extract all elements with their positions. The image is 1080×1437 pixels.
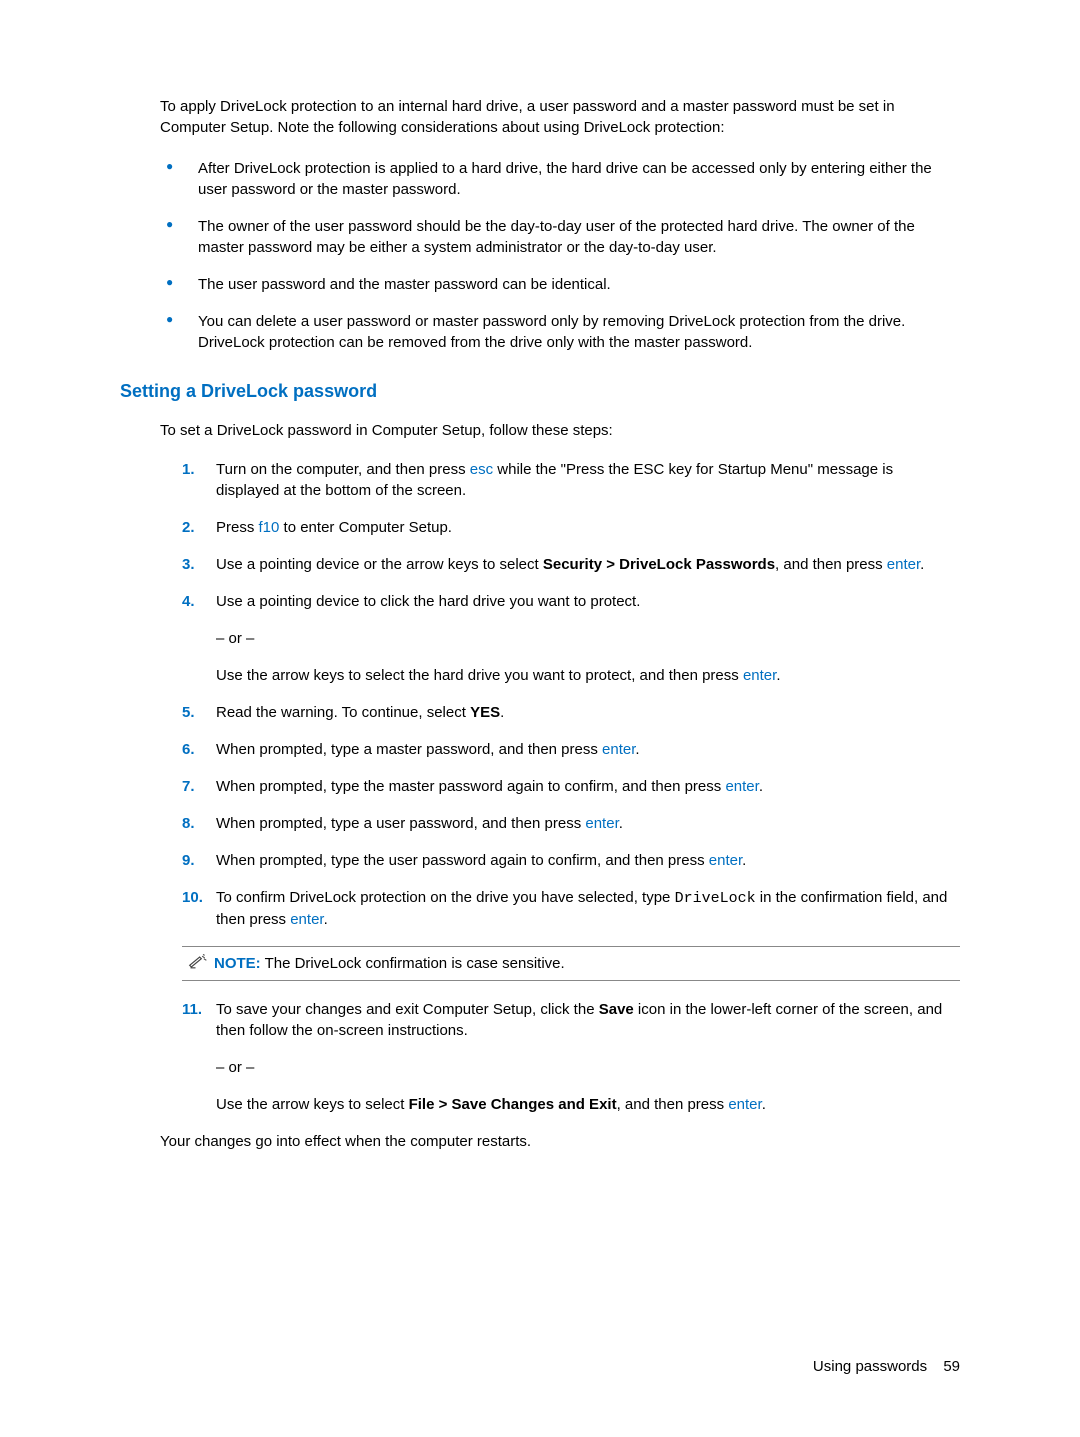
step-item: When prompted, type a master password, a… [182, 739, 960, 760]
step-text: When prompted, type the user password ag… [216, 852, 709, 869]
step-text: Use a pointing device to click the hard … [216, 593, 640, 610]
key-f10: f10 [259, 519, 280, 536]
or-text: – or – [216, 1057, 960, 1078]
step-item: To confirm DriveLock protection on the d… [182, 887, 960, 930]
step-item: Use a pointing device to click the hard … [182, 591, 960, 686]
step-text: Use the arrow keys to select File > Save… [216, 1094, 960, 1115]
list-item: After DriveLock protection is applied to… [160, 158, 960, 200]
list-item: The owner of the user password should be… [160, 216, 960, 258]
note-icon [188, 953, 208, 971]
section-heading: Setting a DriveLock password [120, 379, 960, 404]
list-item: You can delete a user password or master… [160, 311, 960, 353]
note-label: NOTE: [214, 955, 261, 972]
step-item: When prompted, type the user password ag… [182, 850, 960, 871]
key-enter: enter [602, 741, 635, 758]
note-content: NOTE: The DriveLock confirmation is case… [214, 953, 565, 974]
list-item: The user password and the master passwor… [160, 274, 960, 295]
key-enter: enter [887, 556, 920, 573]
step-text: To save your changes and exit Computer S… [216, 1001, 599, 1018]
step-text: Use a pointing device or the arrow keys … [216, 556, 543, 573]
step-text: . [920, 556, 924, 573]
step-text: . [324, 911, 328, 928]
step-item: To save your changes and exit Computer S… [182, 999, 960, 1115]
bold-text: Save [599, 1001, 634, 1018]
step-text: to enter Computer Setup. [279, 519, 452, 536]
key-enter: enter [585, 815, 618, 832]
key-enter: enter [728, 1096, 761, 1113]
step-text: When prompted, type a master password, a… [216, 741, 602, 758]
steps-list-cont: To save your changes and exit Computer S… [182, 999, 960, 1115]
note-box: NOTE: The DriveLock confirmation is case… [182, 946, 960, 981]
step-text: , and then press [617, 1096, 729, 1113]
step-text: To confirm DriveLock protection on the d… [216, 889, 675, 906]
step-text: , and then press [775, 556, 887, 573]
section-intro: To set a DriveLock password in Computer … [160, 420, 960, 441]
step-text: Use the arrow keys to select the hard dr… [216, 665, 960, 686]
step-text: Use the arrow keys to select the hard dr… [216, 667, 743, 684]
step-text: . [776, 667, 780, 684]
considerations-list: After DriveLock protection is applied to… [160, 158, 960, 353]
step-text: . [635, 741, 639, 758]
step-text: Use the arrow keys to select [216, 1096, 409, 1113]
step-text: . [762, 1096, 766, 1113]
step-text: . [759, 778, 763, 795]
step-text: Turn on the computer, and then press [216, 461, 470, 478]
step-item: Read the warning. To continue, select YE… [182, 702, 960, 723]
step-item: Turn on the computer, and then press esc… [182, 459, 960, 501]
closing-paragraph: Your changes go into effect when the com… [160, 1131, 960, 1152]
menu-path: Security > DriveLock Passwords [543, 556, 775, 573]
step-item: When prompted, type a user password, and… [182, 813, 960, 834]
step-text: When prompted, type the master password … [216, 778, 725, 795]
step-text: Read the warning. To continue, select [216, 704, 470, 721]
footer-section: Using passwords [813, 1358, 927, 1375]
key-esc: esc [470, 461, 493, 478]
page-footer: Using passwords 59 [813, 1356, 960, 1377]
intro-paragraph: To apply DriveLock protection to an inte… [160, 96, 960, 138]
step-text: When prompted, type a user password, and… [216, 815, 585, 832]
step-text: Press [216, 519, 259, 536]
step-text: . [500, 704, 504, 721]
key-enter: enter [725, 778, 758, 795]
or-text: – or – [216, 628, 960, 649]
step-text: . [742, 852, 746, 869]
step-item: Press f10 to enter Computer Setup. [182, 517, 960, 538]
note-text: The DriveLock confirmation is case sensi… [265, 955, 565, 972]
key-enter: enter [709, 852, 742, 869]
key-enter: enter [290, 911, 323, 928]
step-item: When prompted, type the master password … [182, 776, 960, 797]
menu-path: File > Save Changes and Exit [409, 1096, 617, 1113]
key-enter: enter [743, 667, 776, 684]
mono-text: DriveLock [675, 890, 756, 907]
page-number: 59 [943, 1358, 960, 1375]
step-item: Use a pointing device or the arrow keys … [182, 554, 960, 575]
steps-list: Turn on the computer, and then press esc… [182, 459, 960, 930]
step-text: . [619, 815, 623, 832]
bold-text: YES [470, 704, 500, 721]
